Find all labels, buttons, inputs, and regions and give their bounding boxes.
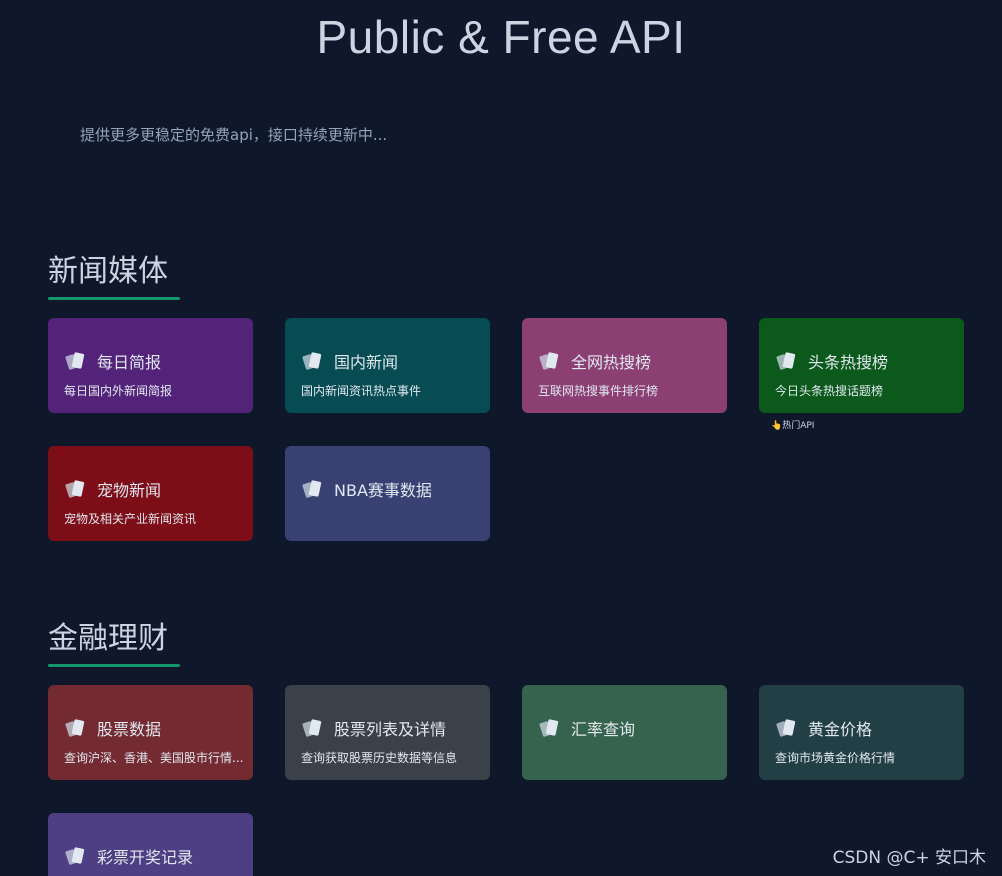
card-description: 查询沪深、香港、美国股市行情... (64, 751, 244, 765)
card-header: 彩票开奖记录 (64, 844, 193, 868)
card-header: 汇率查询 (538, 716, 635, 740)
card-header: 股票列表及详情 (301, 716, 446, 740)
card-header: 宠物新闻 (64, 477, 161, 501)
cards-icon (301, 716, 325, 740)
card-title: 黄金价格 (808, 720, 873, 739)
card-header: 每日简报 (64, 349, 161, 373)
watermark: CSDN @C+ 安口木 (832, 848, 986, 868)
api-card[interactable]: 黄金价格查询市场黄金价格行情 (759, 685, 964, 780)
cards-icon (64, 716, 88, 740)
card-title: 汇率查询 (571, 720, 636, 739)
card-description: 宠物及相关产业新闻资讯 (64, 512, 197, 526)
cards-icon (64, 477, 88, 501)
cards-icon (64, 844, 88, 868)
card-header: NBA赛事数据 (301, 477, 432, 501)
card-title: 股票数据 (97, 720, 162, 739)
hot-api-badge: 👆热门API (771, 421, 815, 431)
card-header: 股票数据 (64, 716, 161, 740)
api-card[interactable]: 股票数据查询沪深、香港、美国股市行情... (48, 685, 253, 780)
card-header: 全网热搜榜 (538, 349, 651, 373)
card-title: 彩票开奖记录 (97, 848, 194, 867)
card-header: 国内新闻 (301, 349, 398, 373)
api-card[interactable]: NBA赛事数据 (285, 446, 490, 541)
card-header: 黄金价格 (775, 716, 872, 740)
section-title-news: 新闻媒体 (48, 246, 180, 300)
card-description: 国内新闻资讯热点事件 (301, 384, 422, 398)
card-title: 股票列表及详情 (334, 720, 447, 739)
api-card[interactable]: 每日简报每日国内外新闻简报 (48, 318, 253, 413)
section-title-finance: 金融理财 (48, 613, 180, 667)
cards-icon (301, 349, 325, 373)
api-card[interactable]: 股票列表及详情查询获取股票历史数据等信息 (285, 685, 490, 780)
cards-icon (64, 349, 88, 373)
api-card[interactable]: 头条热搜榜今日头条热搜话题榜 (759, 318, 964, 413)
cards-icon (775, 349, 799, 373)
cards-icon (538, 716, 562, 740)
page-title: Public & Free API (316, 11, 686, 63)
card-title: 全网热搜榜 (571, 353, 652, 372)
cards-icon (301, 477, 325, 501)
api-card[interactable]: 彩票开奖记录 (48, 813, 253, 876)
api-card[interactable]: 国内新闻国内新闻资讯热点事件 (285, 318, 490, 413)
api-card[interactable]: 宠物新闻宠物及相关产业新闻资讯 (48, 446, 253, 541)
api-card[interactable]: 全网热搜榜互联网热搜事件排行榜 (522, 318, 727, 413)
card-header: 头条热搜榜 (775, 349, 888, 373)
card-title: 头条热搜榜 (808, 353, 889, 372)
page-subtitle: 提供更多更稳定的免费api，接口持续更新中... (80, 126, 388, 144)
card-title: NBA赛事数据 (334, 481, 432, 500)
api-card[interactable]: 汇率查询 (522, 685, 727, 780)
card-title: 宠物新闻 (97, 481, 162, 500)
card-description: 今日头条热搜话题榜 (775, 384, 884, 398)
card-title: 每日简报 (97, 353, 162, 372)
card-description: 每日国内外新闻简报 (64, 384, 173, 398)
card-title: 国内新闻 (334, 353, 399, 372)
cards-icon (775, 716, 799, 740)
card-description: 互联网热搜事件排行榜 (538, 384, 659, 398)
card-description: 查询获取股票历史数据等信息 (301, 751, 458, 765)
card-description: 查询市场黄金价格行情 (775, 751, 896, 765)
page: Public & Free API 提供更多更稳定的免费api，接口持续更新中.… (0, 0, 1002, 876)
cards-icon (538, 349, 562, 373)
